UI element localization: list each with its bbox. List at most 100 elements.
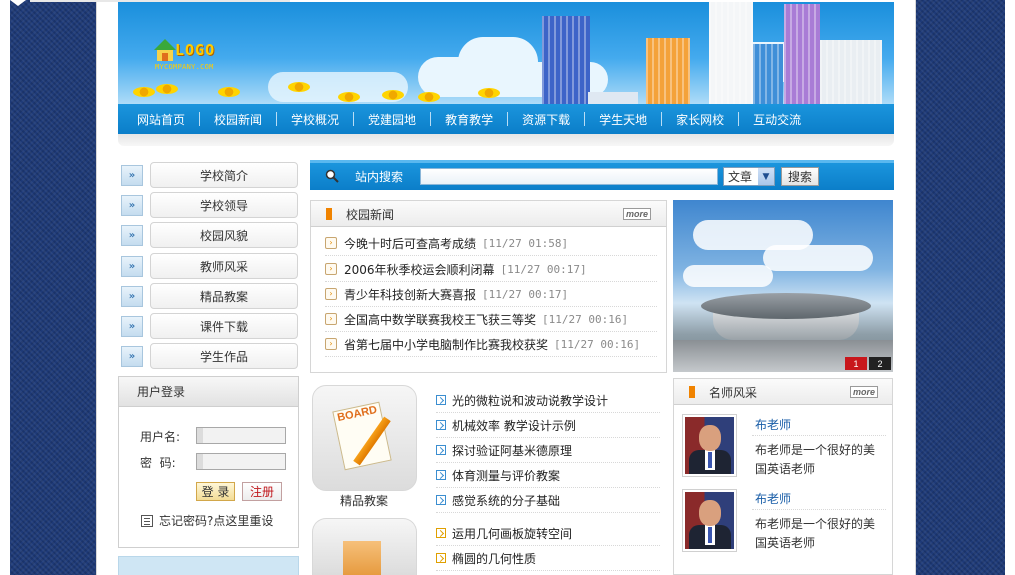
site-logo[interactable]: LOGO MYCOMPANY.COM xyxy=(153,33,237,77)
arrow-box-icon xyxy=(436,445,446,455)
nav-item-students[interactable]: 学生天地 xyxy=(599,111,647,128)
lesson-plan-title: 体育测量与评价教案 xyxy=(452,468,561,483)
news-item[interactable]: › 2006年秋季校运会顺利闭幕 [11/27 00:17] xyxy=(325,257,657,282)
sidebar-item-student-works[interactable]: » 学生作品 xyxy=(119,343,298,369)
banner-building xyxy=(646,38,690,104)
banner-building xyxy=(588,92,638,104)
arrow-box-icon xyxy=(436,470,446,480)
forgot-password-link[interactable]: 忘记密码?点这里重设 xyxy=(141,512,273,529)
lesson-plan-item[interactable]: 机械效率 教学设计示例 xyxy=(436,413,660,438)
sidebar-item-school-intro[interactable]: » 学校简介 xyxy=(119,162,298,188)
teacher-name[interactable]: 布老师 xyxy=(755,416,791,433)
lesson-plan-title: 探讨验证阿基米德原理 xyxy=(452,443,573,458)
header-banner: LOGO MYCOMPANY.COM xyxy=(118,2,894,104)
banner-flower xyxy=(288,82,310,92)
nav-item-parents[interactable]: 家长网校 xyxy=(676,111,724,128)
courseware-item[interactable]: 运用几何画板旋转空间 xyxy=(436,521,660,546)
teachers-more-link[interactable]: more xyxy=(850,386,879,398)
slide-page-button[interactable]: 2 xyxy=(869,357,891,370)
news-item-time: [11/27 00:16] xyxy=(554,337,641,351)
nav-item-downloads[interactable]: 资源下载 xyxy=(522,111,570,128)
logo-text: LOGO xyxy=(175,41,216,59)
nav-divider xyxy=(276,112,278,126)
search-input[interactable] xyxy=(420,168,718,185)
nav-item-home[interactable]: 网站首页 xyxy=(137,111,185,128)
slide-page-button[interactable]: 1 xyxy=(845,357,867,370)
sidebar-item-courseware[interactable]: » 课件下载 xyxy=(119,313,298,339)
banner-flower xyxy=(218,87,240,97)
main-nav: 网站首页 校园新闻 学校概况 党建园地 教育教学 资源下载 学生天地 家长网校 … xyxy=(118,104,894,134)
teacher-description: 布老师是一个很好的美国英语老师 xyxy=(755,443,876,476)
courseware-thumbnail[interactable] xyxy=(312,518,417,575)
lesson-plan-item[interactable]: 探讨验证阿基米德原理 xyxy=(436,438,660,463)
courseware-item[interactable]: 椭圆的几何性质 xyxy=(436,546,660,571)
news-list: › 今晚十时后可查高考成绩 [11/27 01:58] › 2006年秋季校运会… xyxy=(310,227,667,373)
arrow-box-icon xyxy=(436,528,446,538)
news-item[interactable]: › 今晚十时后可查高考成绩 [11/27 01:58] xyxy=(325,231,657,256)
nav-item-party-building[interactable]: 党建园地 xyxy=(368,111,416,128)
nav-divider xyxy=(584,112,586,126)
news-panel-header: 校园新闻 more xyxy=(310,200,667,227)
arrow-right-icon: › xyxy=(325,237,337,249)
arrow-right-icon: › xyxy=(325,313,337,325)
news-panel-title: 校园新闻 xyxy=(346,208,395,222)
news-item[interactable]: › 青少年科技创新大赛喜报 [11/27 00:17] xyxy=(325,282,657,307)
nav-item-interaction[interactable]: 互动交流 xyxy=(753,111,801,128)
news-item-title: 今晚十时后可查高考成绩 xyxy=(344,236,477,251)
logo-subtitle: MYCOMPANY.COM xyxy=(155,63,214,71)
sidebar-item-school-leaders[interactable]: » 学校领导 xyxy=(119,192,298,218)
password-input[interactable] xyxy=(196,453,286,470)
arrow-right-icon: › xyxy=(325,288,337,300)
portrait-tie xyxy=(708,452,712,468)
teacher-name[interactable]: 布老师 xyxy=(755,490,791,507)
photo-cloud xyxy=(763,245,873,271)
news-item[interactable]: › 全国高中数学联赛我校王飞获三等奖 [11/27 00:16] xyxy=(325,307,657,332)
arrow-right-icon: › xyxy=(325,263,337,275)
lesson-plan-caption[interactable]: 精品教案 xyxy=(340,492,388,509)
arrow-box-icon xyxy=(436,553,446,563)
login-button[interactable]: 登 录 xyxy=(196,482,235,501)
box-icon xyxy=(343,541,381,575)
teacher-divider xyxy=(752,435,886,436)
nav-divider xyxy=(661,112,663,126)
sidebar-item-lesson-plans[interactable]: » 精品教案 xyxy=(119,283,298,309)
portrait-face xyxy=(699,500,721,526)
nav-divider xyxy=(507,112,509,126)
banner-flower xyxy=(156,84,178,94)
news-item-time: [11/27 00:16] xyxy=(542,312,629,326)
search-type-select[interactable]: 文章 ▼ xyxy=(723,167,775,186)
lesson-plan-item[interactable]: 感觉系统的分子基础 xyxy=(436,488,660,513)
search-button[interactable]: 搜索 xyxy=(781,167,819,186)
sidebar-item-teachers[interactable]: » 教师风采 xyxy=(119,253,298,279)
double-arrow-icon: » xyxy=(121,195,143,216)
portrait-face xyxy=(699,425,721,451)
nav-item-school-overview[interactable]: 学校概况 xyxy=(291,111,339,128)
campus-photo-slideshow[interactable]: 1 2 xyxy=(673,200,893,372)
banner-flower xyxy=(133,87,155,97)
sidebar-item-label: 精品教案 xyxy=(150,283,298,309)
sidebar-item-campus-view[interactable]: » 校园风貌 xyxy=(119,222,298,248)
nav-item-campus-news[interactable]: 校园新闻 xyxy=(214,111,262,128)
courseware-title: 运用几何画板旋转空间 xyxy=(452,526,573,541)
lesson-plan-title: 光的微粒说和波动说教学设计 xyxy=(452,393,609,408)
lesson-plan-thumbnail[interactable]: BOARD xyxy=(312,385,417,491)
arrow-right-icon: › xyxy=(325,338,337,350)
news-item[interactable]: › 省第七届中小学电脑制作比赛我校获奖 [11/27 00:16] xyxy=(325,332,657,357)
nav-divider xyxy=(199,112,201,126)
lesson-plan-item[interactable]: 体育测量与评价教案 xyxy=(436,463,660,488)
arrow-box-icon xyxy=(436,420,446,430)
news-more-link[interactable]: more xyxy=(623,208,652,220)
double-arrow-icon: » xyxy=(121,286,143,307)
teacher-photo[interactable] xyxy=(682,489,737,552)
register-button[interactable]: 注册 xyxy=(242,482,282,501)
username-input[interactable] xyxy=(196,427,286,444)
sidebar-item-label: 学校领导 xyxy=(150,192,298,218)
lesson-plan-item[interactable]: 光的微粒说和波动说教学设计 xyxy=(436,388,660,413)
nav-item-teaching[interactable]: 教育教学 xyxy=(445,111,493,128)
search-label: 站内搜索 xyxy=(355,170,404,184)
banner-flower xyxy=(478,88,500,98)
banner-building xyxy=(753,44,783,104)
teacher-photo[interactable] xyxy=(682,414,737,477)
double-arrow-icon: » xyxy=(121,165,143,186)
lesson-plan-title: 感觉系统的分子基础 xyxy=(452,493,561,508)
